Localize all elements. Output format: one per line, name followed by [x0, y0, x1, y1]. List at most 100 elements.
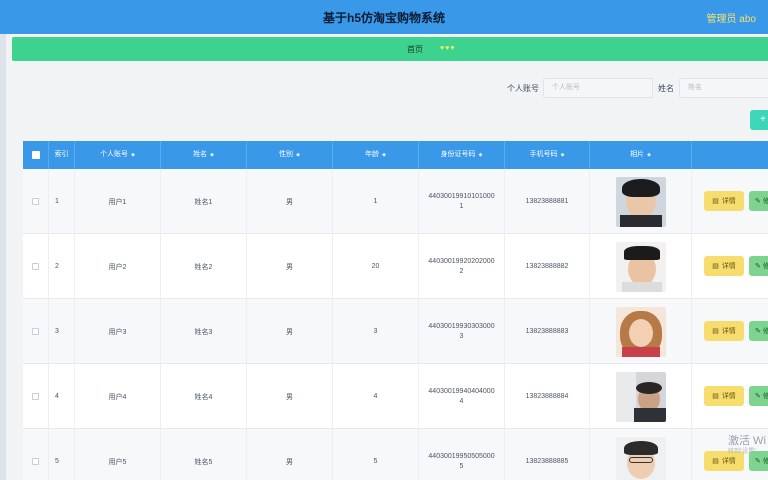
document-icon: ▤: [712, 328, 719, 335]
row-checkbox[interactable]: [32, 328, 39, 335]
idcard-text: 440300199404040004: [428, 387, 495, 405]
cell-phone: 13823888882: [505, 234, 590, 299]
document-icon: ▤: [712, 263, 719, 270]
edit-icon: ✎: [755, 328, 761, 335]
col-account[interactable]: 个人账号 ◆: [75, 141, 161, 169]
add-button[interactable]: +: [750, 110, 768, 130]
cell-name: 姓名3: [161, 299, 247, 364]
col-index: 索引: [49, 141, 75, 169]
cell-index: 3: [49, 299, 75, 364]
cell-index: 1: [49, 169, 75, 234]
detail-button[interactable]: ▤ 详情: [704, 256, 744, 276]
row-select-cell: [23, 234, 49, 299]
cell-index: 4: [49, 364, 75, 429]
breadcrumb-home[interactable]: 首页: [407, 44, 423, 55]
account-search-label: 个人账号: [507, 84, 539, 93]
cell-idcard: 440300199101010001: [419, 169, 505, 234]
idcard-text: 440300199202020002: [428, 257, 495, 275]
admin-user-link[interactable]: 管理员 abo: [707, 10, 756, 25]
cell-phone: 13823888884: [505, 364, 590, 429]
row-checkbox[interactable]: [32, 458, 39, 465]
cell-gender: 男: [247, 299, 333, 364]
sort-icon: ◆: [382, 152, 386, 158]
breadcrumb-separator-icon: ♥♥♥: [440, 45, 456, 52]
detail-button-label: 详情: [721, 263, 736, 270]
row-select-cell: [23, 299, 49, 364]
cell-name: 姓名4: [161, 364, 247, 429]
row-checkbox[interactable]: [32, 393, 39, 400]
sort-icon: ◆: [647, 152, 651, 158]
cell-name: 姓名5: [161, 429, 247, 480]
select-all-checkbox[interactable]: [32, 151, 40, 159]
col-photo[interactable]: 相片 ◆: [590, 141, 692, 169]
col-name[interactable]: 姓名 ◆: [161, 141, 247, 169]
col-idcard[interactable]: 身份证号码 ◆: [419, 141, 505, 169]
idcard-text: 440300199303030003: [428, 322, 495, 340]
sort-icon: ◆: [210, 152, 214, 158]
cell-account: 用户2: [75, 234, 161, 299]
activation-watermark-sub: 转到"设置": [728, 449, 757, 455]
cell-age: 3: [333, 299, 419, 364]
detail-button-label: 详情: [721, 458, 736, 465]
user-photo[interactable]: [615, 241, 666, 292]
cell-gender: 男: [247, 429, 333, 480]
edit-button[interactable]: ✎ 修: [749, 191, 768, 211]
cell-account: 用户4: [75, 364, 161, 429]
edit-icon: ✎: [755, 393, 761, 400]
sort-icon: ◆: [560, 152, 565, 158]
sort-icon: ◆: [296, 152, 300, 158]
edit-icon: ✎: [755, 263, 761, 270]
cell-phone: 13823888883: [505, 299, 590, 364]
cell-account: 用户1: [75, 169, 161, 234]
cell-age: 5: [333, 429, 419, 480]
cell-name: 姓名1: [161, 169, 247, 234]
edit-button[interactable]: ✎ 修: [749, 386, 768, 406]
user-photo[interactable]: [615, 436, 666, 480]
cell-index: 5: [49, 429, 75, 480]
row-checkbox[interactable]: [32, 263, 39, 270]
account-search-input[interactable]: 个人账号: [543, 78, 653, 98]
table-row: 3 用户3 姓名3 男 3 440300199303030003 1382388…: [23, 299, 768, 364]
edit-button-label: 修: [762, 328, 768, 335]
table-header: 索引 个人账号◆ 姓名◆ 性别◆ 年龄◆ 身份证号码◆ 手机号码◆ 相片◆ 操: [23, 141, 768, 169]
row-select-cell: [23, 429, 49, 480]
detail-button[interactable]: ▤ 详情: [704, 191, 744, 211]
cell-gender: 男: [247, 234, 333, 299]
name-search-input[interactable]: 姓名: [679, 78, 768, 98]
detail-button-label: 详情: [721, 198, 736, 205]
cell-phone: 13823888885: [505, 429, 590, 480]
breadcrumb: 首页 ♥♥♥: [12, 37, 768, 61]
app-title: 基于h5仿淘宝购物系统: [322, 11, 445, 25]
cell-photo: [590, 299, 692, 364]
row-checkbox[interactable]: [32, 198, 39, 205]
detail-button-label: 详情: [721, 393, 736, 400]
col-gender[interactable]: 性别 ◆: [247, 141, 333, 169]
edit-button[interactable]: ✎ 修: [749, 321, 768, 341]
cell-photo: [590, 429, 692, 480]
cell-idcard: 440300199303030003: [419, 299, 505, 364]
edit-icon: ✎: [755, 458, 761, 465]
table-row: 1 用户1 姓名1 男 1 440300199101010001 1382388…: [23, 169, 768, 234]
cell-actions: ▤ 详情 ✎ 修: [692, 364, 768, 429]
edit-icon: ✎: [755, 198, 761, 205]
table-row: 4 用户4 姓名4 男 4 440300199404040004 1382388…: [23, 364, 768, 429]
cell-idcard: 440300199404040004: [419, 364, 505, 429]
cell-idcard: 440300199202020002: [419, 234, 505, 299]
document-icon: ▤: [712, 458, 719, 465]
user-photo[interactable]: [615, 371, 666, 422]
cell-age: 20: [333, 234, 419, 299]
edit-button-label: 修: [762, 198, 768, 205]
cell-age: 4: [333, 364, 419, 429]
cell-account: 用户5: [75, 429, 161, 480]
idcard-text: 440300199505050005: [428, 452, 495, 470]
col-age[interactable]: 年龄 ◆: [333, 141, 419, 169]
user-photo[interactable]: [615, 306, 666, 357]
col-phone[interactable]: 手机号码 ◆: [505, 141, 590, 169]
user-photo[interactable]: [615, 176, 666, 227]
edit-button[interactable]: ✎ 修: [749, 256, 768, 276]
cell-actions: ▤ 详情 ✎ 修: [692, 299, 768, 364]
detail-button[interactable]: ▤ 详情: [704, 386, 744, 406]
document-icon: ▤: [712, 198, 719, 205]
detail-button[interactable]: ▤ 详情: [704, 321, 744, 341]
cell-name: 姓名2: [161, 234, 247, 299]
